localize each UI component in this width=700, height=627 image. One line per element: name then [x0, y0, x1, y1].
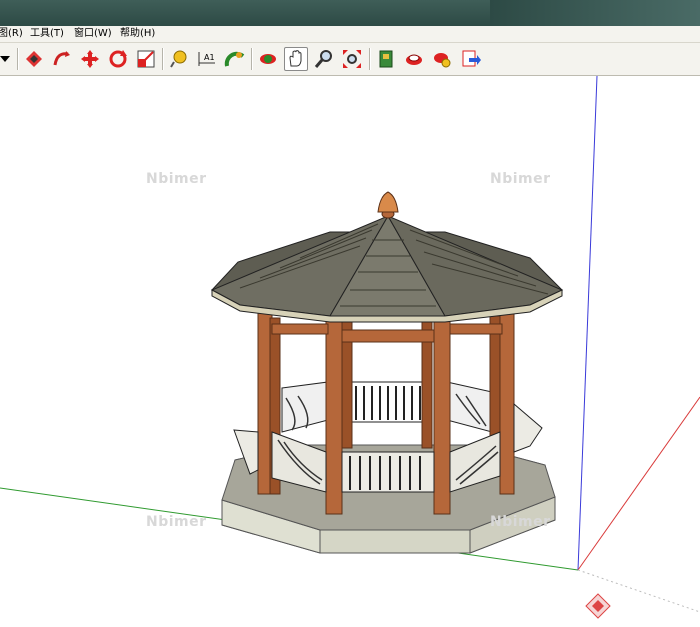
zoom-extents-icon[interactable] — [340, 47, 364, 71]
toolbar-separator — [162, 48, 164, 70]
watermark: Nbimer — [146, 171, 207, 187]
pan-icon[interactable] — [284, 47, 308, 71]
orbit-icon[interactable] — [256, 47, 280, 71]
title-bar-accent — [490, 0, 700, 26]
menu-window[interactable]: 窗口(W) — [74, 27, 112, 41]
corner-logo-icon — [585, 593, 611, 619]
move-icon[interactable] — [78, 47, 102, 71]
dimension-label: A1 — [204, 53, 215, 62]
menu-view[interactable]: 图(R) — [0, 27, 23, 41]
follow-me-icon[interactable] — [50, 47, 74, 71]
get-models-icon[interactable] — [402, 47, 426, 71]
tape-measure-icon[interactable] — [167, 47, 191, 71]
scene-drawing — [0, 75, 700, 619]
railing-back-bars — [355, 386, 421, 420]
toolbar-separator — [369, 48, 371, 70]
dropdown-arrow-icon[interactable] — [0, 47, 18, 71]
toolbar: A1 — [0, 43, 700, 76]
railing-front-far-right — [513, 402, 543, 453]
rotate-icon[interactable] — [106, 47, 130, 71]
watermark: Nbimer — [146, 514, 207, 530]
protractor-icon[interactable] — [223, 47, 247, 71]
blue-axis — [577, 75, 598, 571]
menu-tools[interactable]: 工具(T) — [30, 27, 64, 41]
toolbar-separator — [251, 48, 253, 70]
menu-help[interactable]: 帮助(H) — [120, 27, 155, 41]
menu-bar: 图(R) 工具(T) 窗口(W) 帮助(H) — [0, 26, 700, 43]
beam-right — [449, 323, 503, 335]
post-right-side — [489, 315, 501, 447]
watermark: Nbimer — [490, 514, 551, 530]
roof-finial — [377, 191, 399, 213]
post-front-left — [325, 317, 343, 515]
push-pull-icon[interactable] — [22, 47, 46, 71]
beam-left — [271, 323, 329, 335]
components-icon[interactable] — [374, 47, 398, 71]
post-front-right — [433, 317, 451, 515]
red-axis — [577, 396, 700, 571]
modeling-viewport[interactable]: Nbimer Nbimer Nbimer Nbimer — [0, 75, 700, 623]
window-title-bar — [0, 0, 700, 26]
watermark: Nbimer — [490, 171, 551, 187]
export-icon[interactable] — [458, 47, 482, 71]
base-face-front — [319, 529, 471, 554]
dimension-icon[interactable]: A1 — [195, 47, 219, 71]
scale-icon[interactable] — [134, 47, 158, 71]
beam-front — [341, 329, 435, 343]
toolbar-separator — [17, 48, 19, 70]
share-model-icon[interactable] — [430, 47, 454, 71]
post-right — [499, 309, 515, 495]
zoom-icon[interactable] — [312, 47, 336, 71]
